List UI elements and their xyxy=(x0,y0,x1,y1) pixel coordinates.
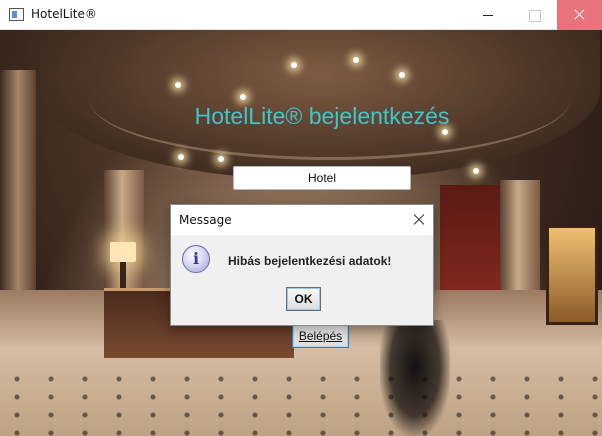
minimize-button[interactable] xyxy=(465,0,510,30)
app-icon xyxy=(9,8,24,21)
dialog-title-bar: Message xyxy=(171,205,433,235)
title-bar: HotelLite® xyxy=(0,0,602,30)
login-button[interactable]: Belépés xyxy=(292,324,349,348)
window-title: HotelLite® xyxy=(31,7,97,21)
dialog-message: Hibás bejelentkezési adatok! xyxy=(228,254,392,268)
app-window: HotelLite® HotelLite® bejelentkezés Hote… xyxy=(0,0,602,436)
dialog-title: Message xyxy=(179,213,232,227)
hotel-field[interactable]: Hotel xyxy=(233,166,411,190)
ok-button[interactable]: OK xyxy=(286,287,321,311)
message-dialog: Message i Hibás bejelentkezési adatok! O… xyxy=(170,204,434,326)
close-button[interactable] xyxy=(557,0,602,30)
maximize-button[interactable] xyxy=(511,0,556,30)
dialog-close-button[interactable] xyxy=(403,205,433,235)
info-icon: i xyxy=(182,245,210,273)
login-heading: HotelLite® bejelentkezés xyxy=(194,103,450,129)
